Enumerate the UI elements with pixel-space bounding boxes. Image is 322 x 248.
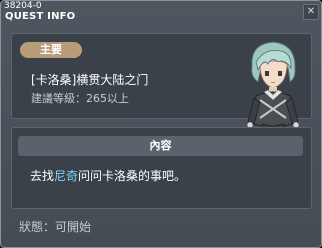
quest-category-badge: 主要 — [20, 42, 82, 58]
quest-status-value: 可開始 — [55, 220, 92, 234]
close-icon: ✕ — [306, 6, 316, 17]
window-title: QUEST INFO — [5, 11, 76, 22]
recommended-level-label: 建議等級： — [31, 92, 86, 105]
npc-face — [259, 60, 288, 89]
quest-info-window: 38204-0 QUEST INFO ✕ 主要 [卡洛桑]横贯大陆之门 建議等級… — [0, 0, 322, 248]
quest-content-panel: 內容 去找尼奇问问卡洛桑的事吧。 — [11, 127, 312, 209]
quest-summary-panel: 主要 [卡洛桑]横贯大陆之门 建議等級：265以上 — [11, 33, 312, 150]
recommended-level-value: 265以上 — [86, 92, 129, 105]
quest-description-prefix: 去找 — [30, 169, 55, 183]
quest-description: 去找尼奇问问卡洛桑的事吧。 — [30, 168, 186, 184]
quest-status-label: 狀態： — [19, 220, 56, 234]
quest-description-suffix: 问问卡洛桑的事吧。 — [78, 169, 187, 183]
quest-id: 38204-0 — [4, 1, 42, 11]
npc-name-link[interactable]: 尼奇 — [54, 169, 78, 183]
recommended-level: 建議等級：265以上 — [31, 92, 129, 105]
quest-status: 狀態：可開始 — [19, 219, 91, 235]
quest-name: [卡洛桑]横贯大陆之门 — [31, 73, 149, 87]
title-bar[interactable]: 38204-0 QUEST INFO ✕ — [1, 1, 321, 23]
content-header: 內容 — [18, 136, 303, 156]
close-button[interactable]: ✕ — [303, 4, 319, 20]
